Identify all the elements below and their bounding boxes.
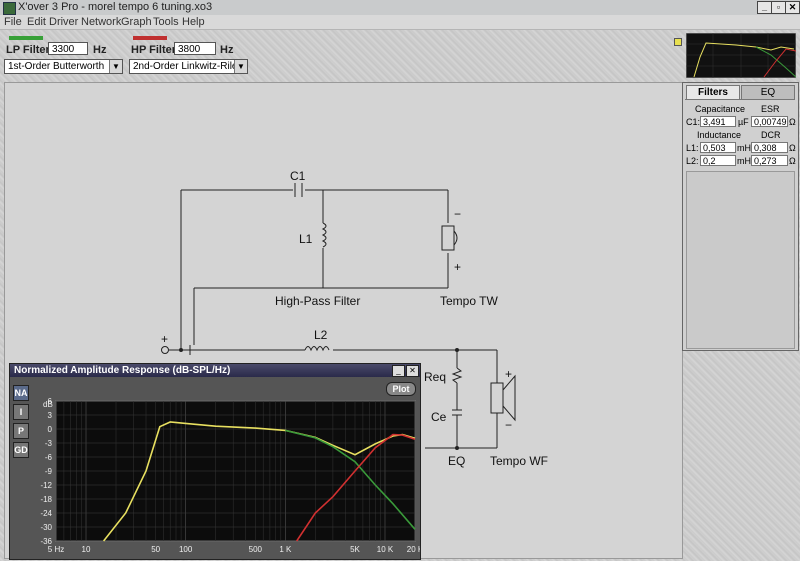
y-tick-label: -12 [40,481,52,490]
filters-panel: Filters EQ Capacitance ESR C1: 3,491 µF … [682,82,799,351]
lp-frequency-input[interactable]: 3300 [48,42,88,55]
hp-order-value: 2nd-Order Linkwitz-Riley [133,61,243,72]
lp-order-value: 1st-Order Butterworth [8,61,105,72]
eq-label: EQ [448,454,465,468]
l1-field-label: L1: [686,143,699,153]
y-tick-label: -9 [45,467,53,476]
c1-unit: µF [738,117,749,127]
wf-minus-label: − [505,418,512,432]
chevron-down-icon[interactable]: ▼ [109,60,122,73]
lp-color-swatch [9,36,43,40]
menu-bar: File Edit Driver Network Graph Tools Hel… [0,15,800,30]
c1-field-label: C1: [686,117,701,127]
l2-inductance-input[interactable]: 0,2 [700,155,736,166]
inductance-header: Inductance [697,130,742,140]
y-tick-label: 0 [48,425,53,434]
mini-response-graph[interactable] [686,33,796,78]
tw-plus-label: + [454,260,461,274]
menu-driver[interactable]: Driver [49,16,78,28]
l2-label: L2 [314,328,328,342]
maximize-button[interactable]: ▫ [771,1,786,14]
window-title: X'over 3 Pro - morel tempo 6 tuning.xo3 [18,1,213,13]
x-tick-label: 10 K [377,545,394,554]
tab-eq[interactable]: EQ [741,85,795,99]
ohm-icon: Ω [789,156,796,166]
c1-esr-input[interactable]: 0,00749 [751,116,788,127]
lp-unit: Hz [93,44,107,56]
l1-inductance-input[interactable]: 0,503 [700,142,736,153]
hp-frequency-input[interactable]: 3800 [174,42,216,55]
menu-help[interactable]: Help [182,16,205,28]
esr-header: ESR [761,104,780,114]
hp-order-select[interactable]: 2nd-Order Linkwitz-Riley ▼ [129,59,248,74]
c1-capacitance-input[interactable]: 3,491 [700,116,736,127]
hp-unit: Hz [220,44,234,56]
y-tick-label: -30 [40,523,52,532]
hp-filter-label: HP Filter: [131,44,180,56]
l1-unit: mH [737,143,751,153]
req-label: Req [424,370,446,384]
x-tick-label: 20 K [407,545,420,554]
lp-order-select[interactable]: 1st-Order Butterworth ▼ [4,59,123,74]
title-bar: X'over 3 Pro - morel tempo 6 tuning.xo3 … [0,0,800,16]
y-tick-label: -3 [45,439,53,448]
hp-color-swatch [133,36,167,40]
l1-label: L1 [299,232,313,246]
l1-dcr-input[interactable]: 0,308 [751,142,788,153]
x-tick-label: 5K [350,545,360,554]
minimize-button[interactable]: _ [757,1,772,14]
y-tick-label: -18 [40,495,52,504]
lp-filter-label: LP Filter: [6,44,54,56]
y-tick-label: 6 [48,397,53,406]
x-tick-label: 50 [151,545,160,554]
dcr-header: DCR [761,130,781,140]
yellow-marker-icon [674,38,682,46]
ohm-icon: Ω [789,117,796,127]
y-tick-label: 3 [48,411,53,420]
x-tick-label: 1 K [279,545,292,554]
menu-edit[interactable]: Edit [27,16,46,28]
x-tick-label: 500 [249,545,263,554]
tempo-wf-label: Tempo WF [490,454,548,468]
menu-tools[interactable]: Tools [153,16,179,28]
l2-field-label: L2: [686,156,699,166]
x-tick-label: 5 Hz [48,545,64,554]
tw-minus-label: − [454,207,461,221]
capacitance-header: Capacitance [695,104,746,114]
menu-network[interactable]: Network [81,16,121,28]
input-plus-label: + [161,332,168,346]
high-pass-filter-label: High-Pass Filter [275,294,360,308]
y-tick-label: -24 [40,509,52,518]
chevron-down-icon[interactable]: ▼ [234,60,247,73]
wf-plus-label: + [505,367,512,381]
menu-graph[interactable]: Graph [121,16,152,28]
app-icon [3,2,16,15]
ce-label: Ce [431,410,447,424]
close-button[interactable]: ✕ [785,1,800,14]
tab-divider [685,99,795,100]
ohm-icon: Ω [789,143,796,153]
menu-file[interactable]: File [4,16,22,28]
amplitude-plot: 630-3-6-9-12-18-24-30-365 Hz 10 50 100 500 1 … [40,397,420,554]
x-tick-label: 10 [82,545,91,554]
tab-filters[interactable]: Filters [686,85,740,99]
x-tick-label: 100 [179,545,193,554]
panel-body [686,171,795,349]
c1-label: C1 [290,169,306,183]
y-tick-label: -6 [45,453,53,462]
tempo-tw-label: Tempo TW [440,294,498,308]
l2-unit: mH [737,156,751,166]
l2-dcr-input[interactable]: 0,273 [751,155,788,166]
amplitude-response-window[interactable]: Normalized Amplitude Response (dB-SPL/Hz… [9,363,421,560]
